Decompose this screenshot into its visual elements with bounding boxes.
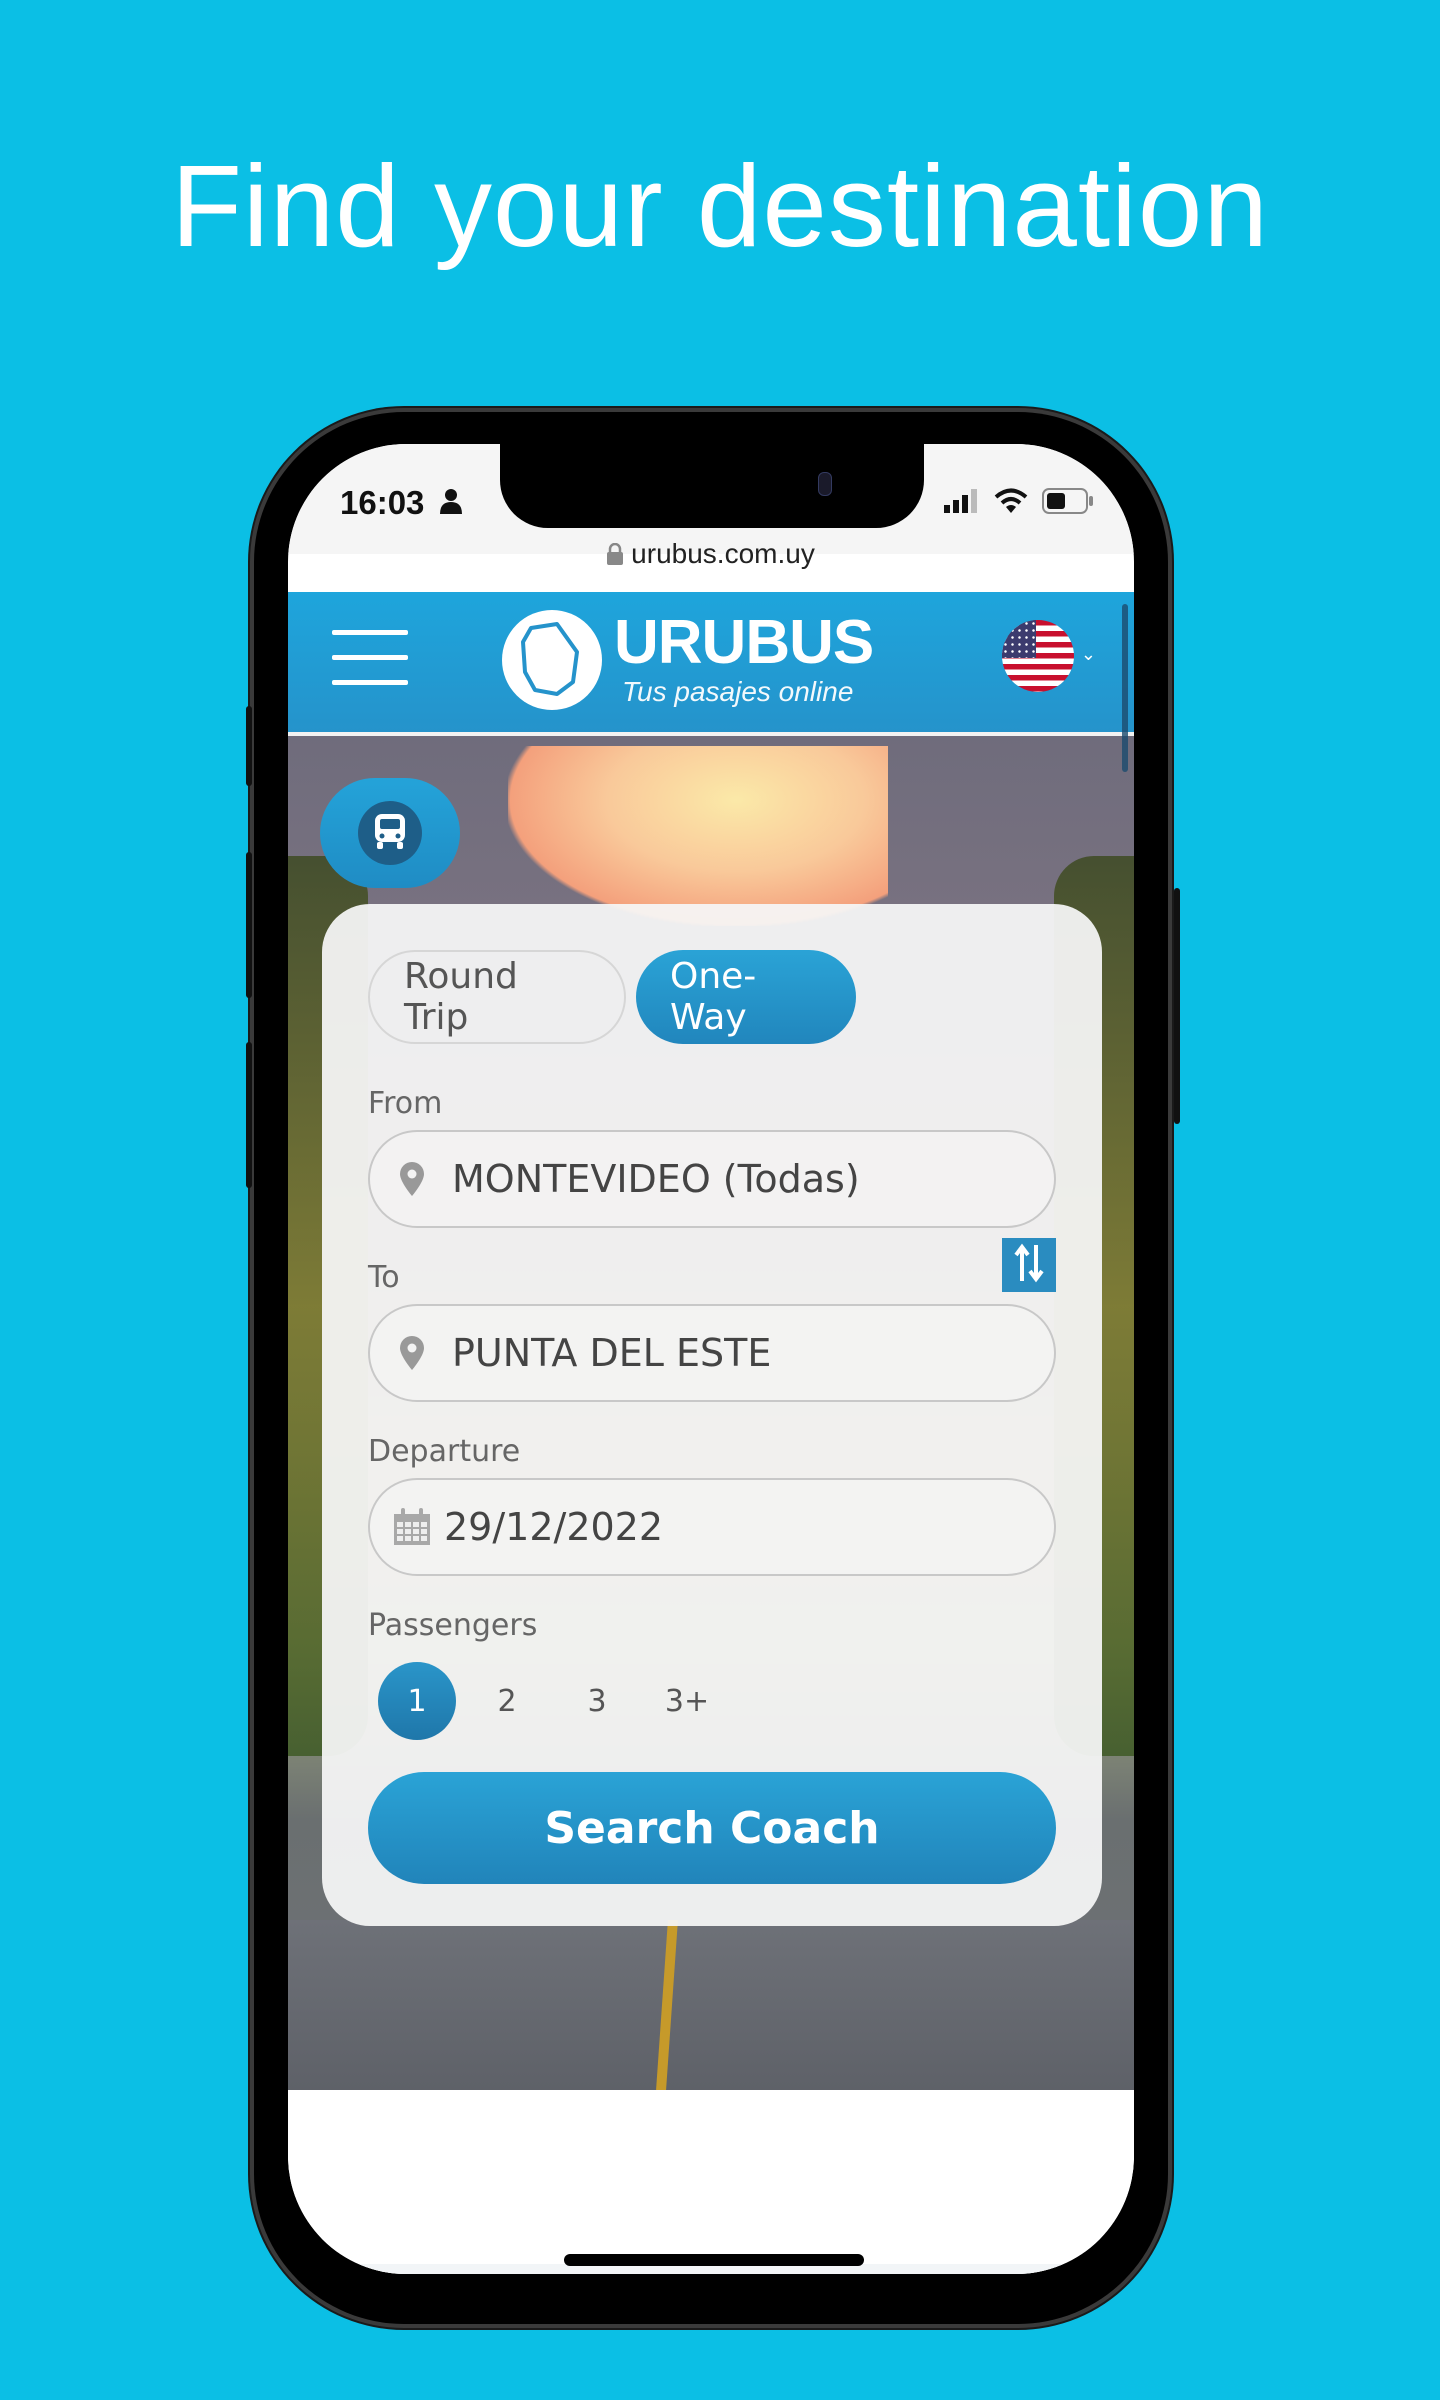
passenger-selector: 1 2 3 3+ bbox=[378, 1662, 738, 1740]
to-label: To bbox=[368, 1260, 400, 1295]
chevron-down-icon[interactable]: ⌄ bbox=[1081, 644, 1096, 665]
search-coach-button[interactable]: Search Coach bbox=[368, 1772, 1056, 1884]
passenger-option-2[interactable]: 2 bbox=[468, 1662, 546, 1740]
phone-screen: 16:03 urubus.com.uy URUBUS Tus pasajes o… bbox=[288, 444, 1134, 2274]
hero-section: Round Trip One-Way From MONTEVIDEO (Toda… bbox=[288, 736, 1134, 2090]
swap-button[interactable] bbox=[1002, 1238, 1056, 1292]
bus-icon bbox=[373, 812, 407, 854]
scrollbar[interactable] bbox=[1122, 604, 1128, 772]
departure-date-field[interactable]: 29/12/2022 bbox=[368, 1478, 1056, 1576]
map-pin-icon bbox=[392, 1162, 432, 1196]
phone-volume-up-button bbox=[246, 852, 252, 998]
person-icon bbox=[440, 488, 462, 518]
search-form-card: Round Trip One-Way From MONTEVIDEO (Toda… bbox=[322, 904, 1102, 1926]
phone-side-button bbox=[246, 706, 252, 786]
to-value: PUNTA DEL ESTE bbox=[452, 1331, 772, 1375]
lock-icon bbox=[607, 540, 624, 572]
logo-map-icon bbox=[502, 610, 602, 710]
phone-power-button bbox=[1174, 888, 1180, 1124]
phone-volume-down-button bbox=[246, 1042, 252, 1188]
status-time: 16:03 bbox=[340, 484, 425, 521]
headline: Find your destination bbox=[171, 141, 1269, 271]
passenger-option-1[interactable]: 1 bbox=[378, 1662, 456, 1740]
logo-title: URUBUS bbox=[614, 608, 874, 677]
hero-cloud-image bbox=[508, 746, 888, 926]
hamburger-menu-icon[interactable] bbox=[332, 630, 408, 686]
coach-mode-tab[interactable] bbox=[320, 778, 460, 888]
logo-subtitle: Tus pasajes online bbox=[622, 676, 854, 707]
one-way-button[interactable]: One-Way bbox=[636, 950, 856, 1044]
url-text: urubus.com.uy bbox=[631, 538, 815, 569]
trip-type-toggle: Round Trip One-Way bbox=[368, 950, 856, 1044]
passenger-option-3-plus[interactable]: 3+ bbox=[648, 1662, 726, 1740]
from-field[interactable]: MONTEVIDEO (Todas) bbox=[368, 1130, 1056, 1228]
passenger-option-3[interactable]: 3 bbox=[558, 1662, 636, 1740]
cellular-signal-icon bbox=[944, 489, 980, 517]
from-value: MONTEVIDEO (Todas) bbox=[452, 1157, 860, 1201]
url-bar[interactable]: urubus.com.uy bbox=[288, 538, 1134, 572]
to-field[interactable]: PUNTA DEL ESTE bbox=[368, 1304, 1056, 1402]
map-pin-icon bbox=[392, 1336, 432, 1370]
round-trip-button[interactable]: Round Trip bbox=[368, 950, 626, 1044]
departure-label: Departure bbox=[368, 1434, 521, 1469]
site-header: URUBUS Tus pasajes online ⌄ bbox=[288, 592, 1134, 736]
battery-icon bbox=[1042, 488, 1094, 518]
calendar-icon bbox=[392, 1508, 432, 1546]
wifi-icon bbox=[994, 488, 1028, 518]
phone-notch bbox=[500, 444, 924, 528]
hero-road-image bbox=[288, 1920, 1134, 2090]
swap-arrows-icon bbox=[1013, 1243, 1045, 1287]
passengers-label: Passengers bbox=[368, 1608, 538, 1643]
page-content-area bbox=[288, 2090, 1134, 2274]
home-indicator[interactable] bbox=[564, 2254, 864, 2266]
us-flag-icon[interactable] bbox=[1002, 620, 1074, 692]
departure-date-value: 29/12/2022 bbox=[444, 1505, 664, 1549]
urubus-logo[interactable]: URUBUS Tus pasajes online bbox=[502, 608, 874, 710]
from-label: From bbox=[368, 1086, 443, 1121]
camera-icon bbox=[818, 472, 832, 496]
